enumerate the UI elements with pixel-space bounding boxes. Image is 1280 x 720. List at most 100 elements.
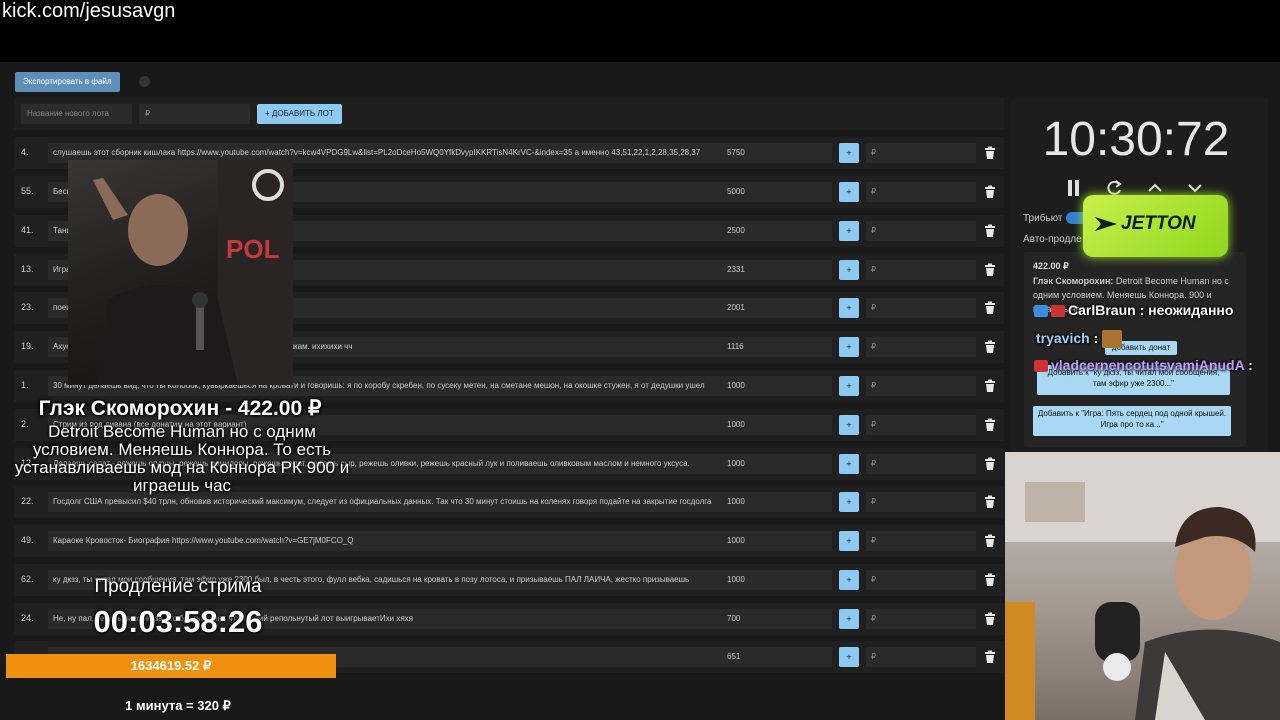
person-silhouette-icon bbox=[1005, 452, 1280, 720]
emote-icon bbox=[1034, 305, 1048, 318]
lot-description-input[interactable]: Госдолг США превысил $40 трлн, обновив и… bbox=[48, 492, 728, 512]
lot-add-amount-input[interactable]: ₽ bbox=[866, 415, 976, 435]
lot-add-amount-input[interactable]: ₽ bbox=[866, 376, 976, 396]
new-lot-amount-input[interactable]: ₽ bbox=[139, 104, 250, 124]
trash-icon[interactable] bbox=[983, 340, 997, 354]
chat-username: tryavich bbox=[1036, 330, 1090, 346]
svg-text:POL: POL bbox=[226, 234, 280, 264]
chat-username: vladcernencotutsvamiAnudA bbox=[1051, 357, 1245, 373]
emote-icon bbox=[1034, 360, 1048, 373]
lot-add-amount-input[interactable]: ₽ bbox=[866, 298, 976, 318]
pause-icon bbox=[1068, 180, 1079, 196]
chat-message-2: tryavich : bbox=[1036, 330, 1125, 349]
lot-add-button[interactable]: + bbox=[839, 298, 859, 318]
lot-amount-input[interactable]: 1000 bbox=[722, 492, 832, 512]
lot-number: 23. bbox=[21, 302, 34, 312]
lot-amount-input[interactable]: 1000 bbox=[722, 531, 832, 551]
add-to-lot-button-2[interactable]: Добавить к "Игра: Пять сердец под одной … bbox=[1033, 406, 1231, 436]
emote-icon bbox=[1102, 330, 1123, 349]
extension-timer: 00:03:58:26 bbox=[93, 604, 263, 639]
lot-add-button[interactable]: + bbox=[839, 221, 859, 241]
person-silhouette-icon: POL bbox=[93, 160, 293, 385]
trash-icon[interactable] bbox=[983, 301, 997, 315]
lot-description-input[interactable]: Караоке Кровосток- Биография https://www… bbox=[48, 531, 728, 551]
lot-add-button[interactable]: + bbox=[839, 454, 859, 474]
lot-add-button[interactable]: + bbox=[839, 609, 859, 629]
lot-add-button[interactable]: + bbox=[839, 492, 859, 512]
lot-add-button[interactable]: + bbox=[839, 531, 859, 551]
lot-add-amount-input[interactable]: ₽ bbox=[866, 454, 976, 474]
stream-frame: kick.com/jesusavgn Экспортировать в файл… bbox=[0, 0, 1280, 720]
lot-add-button[interactable]: + bbox=[839, 376, 859, 396]
lot-add-amount-input[interactable]: ₽ bbox=[866, 647, 976, 667]
lot-add-button[interactable]: + bbox=[839, 415, 859, 435]
lot-add-button[interactable]: + bbox=[839, 182, 859, 202]
lot-amount-input[interactable]: 5000 bbox=[722, 182, 832, 202]
lot-number: 13. bbox=[21, 264, 34, 274]
status-dot bbox=[139, 76, 150, 87]
lot-number: 49. bbox=[21, 535, 34, 545]
lot-amount-input[interactable]: 2001 bbox=[722, 298, 832, 318]
lot-row: 49. Караоке Кровосток- Биография https://… bbox=[14, 525, 1004, 557]
lot-number: 22. bbox=[21, 496, 34, 506]
lot-add-amount-input[interactable]: ₽ bbox=[866, 143, 976, 163]
lot-amount-input[interactable]: 700 bbox=[722, 609, 832, 629]
export-button[interactable]: Экспортировать в файл bbox=[15, 72, 120, 92]
donor-message: Detroit Become Human но с одним условием… bbox=[14, 422, 350, 495]
rate-label: 1 минута = 320 ₽ bbox=[125, 698, 231, 713]
trash-icon[interactable] bbox=[983, 263, 997, 277]
channel-url: kick.com/jesusavgn bbox=[2, 0, 176, 22]
lot-amount-input[interactable]: 1116 bbox=[722, 337, 832, 357]
trash-icon[interactable] bbox=[983, 612, 997, 626]
lot-add-button[interactable]: + bbox=[839, 337, 859, 357]
lot-add-amount-input[interactable]: ₽ bbox=[866, 609, 976, 629]
sponsor-logo: JETTON bbox=[1083, 195, 1228, 257]
lot-amount-input[interactable]: 1000 bbox=[722, 376, 832, 396]
streamer-webcam bbox=[1005, 452, 1280, 720]
trash-icon[interactable] bbox=[983, 185, 997, 199]
lot-amount-input[interactable]: 2500 bbox=[722, 221, 832, 241]
lot-number: 19. bbox=[21, 341, 34, 351]
jet-icon bbox=[1095, 217, 1117, 231]
pause-button[interactable] bbox=[1064, 178, 1084, 198]
lot-add-button[interactable]: + bbox=[839, 570, 859, 590]
chat-message-1: CarlBraun : неожиданно bbox=[1034, 302, 1233, 318]
auction-timer: 10:30:72 bbox=[1042, 113, 1230, 166]
trash-icon[interactable] bbox=[983, 379, 997, 393]
lot-amount-input[interactable]: 1000 bbox=[722, 570, 832, 590]
lot-number: 41. bbox=[21, 225, 34, 235]
sponsor-name: JETTON bbox=[1121, 213, 1196, 234]
auto-extend-label: Авто-продле bbox=[1023, 234, 1082, 245]
lot-add-button[interactable]: + bbox=[839, 647, 859, 667]
lot-number: 55. bbox=[21, 186, 34, 196]
lot-amount-input[interactable]: 2331 bbox=[722, 260, 832, 280]
trash-icon[interactable] bbox=[983, 457, 997, 471]
donation-amount: 422.00 ₽ bbox=[1033, 261, 1069, 271]
donation-author: Глэк Скоморохин: bbox=[1033, 276, 1114, 286]
chat-username: CarlBraun bbox=[1068, 302, 1136, 318]
lot-add-amount-input[interactable]: ₽ bbox=[866, 337, 976, 357]
trash-icon[interactable] bbox=[983, 650, 997, 664]
lot-add-amount-input[interactable]: ₽ bbox=[866, 260, 976, 280]
lot-add-amount-input[interactable]: ₽ bbox=[866, 531, 976, 551]
trash-icon[interactable] bbox=[983, 224, 997, 238]
lot-amount-input[interactable]: 651 bbox=[722, 647, 832, 667]
lot-add-amount-input[interactable]: ₽ bbox=[866, 570, 976, 590]
lot-amount-input[interactable]: 5750 bbox=[722, 143, 832, 163]
trash-icon[interactable] bbox=[983, 495, 997, 509]
lot-amount-input[interactable]: 1000 bbox=[722, 415, 832, 435]
tribute-label: Трибьют bbox=[1023, 213, 1063, 224]
new-lot-name-input[interactable]: Название нового лота bbox=[21, 104, 132, 124]
lot-add-amount-input[interactable]: ₽ bbox=[866, 182, 976, 202]
trash-icon[interactable] bbox=[983, 146, 997, 160]
lot-add-amount-input[interactable]: ₽ bbox=[866, 492, 976, 512]
add-lot-button[interactable]: + ДОБАВИТЬ ЛОТ bbox=[257, 104, 342, 124]
guest-video: POL bbox=[68, 160, 293, 385]
lot-add-button[interactable]: + bbox=[839, 143, 859, 163]
trash-icon[interactable] bbox=[983, 418, 997, 432]
lot-add-button[interactable]: + bbox=[839, 260, 859, 280]
trash-icon[interactable] bbox=[983, 573, 997, 587]
lot-amount-input[interactable]: 1000 bbox=[722, 454, 832, 474]
lot-add-amount-input[interactable]: ₽ bbox=[866, 221, 976, 241]
trash-icon[interactable] bbox=[983, 534, 997, 548]
